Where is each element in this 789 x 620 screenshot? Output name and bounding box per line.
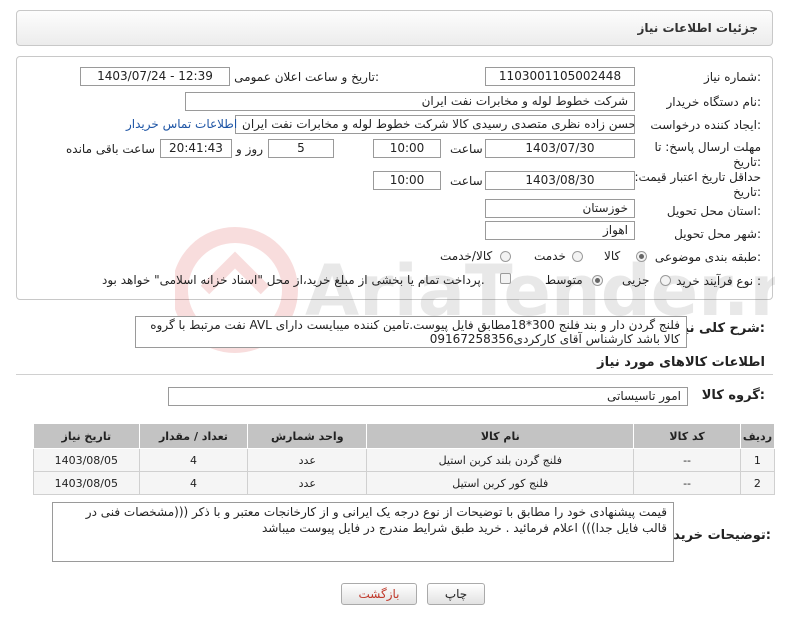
process-radio-partial[interactable]	[660, 275, 671, 286]
table-row[interactable]: 1 -- فلنج گردن بلند کربن استیل عدد 4 140…	[33, 448, 776, 472]
buyer-notes-label: توضیحات خریدار:	[661, 528, 771, 543]
table-row[interactable]: 2 -- فلنج کور کربن استیل عدد 4 1403/08/0…	[33, 471, 776, 495]
need-number-label: شماره نیاز:	[703, 70, 761, 84]
col-unit: واحد شمارش	[247, 423, 368, 449]
validity-label-date: تاریخ:	[733, 185, 761, 199]
category-label: طبقه بندی موضوعی:	[654, 250, 761, 264]
deadline-time-label: ساعت	[450, 142, 483, 156]
deadline-time-field[interactable]: 10:00	[373, 139, 441, 158]
goods-group-field[interactable]: امور تاسیساتی	[168, 387, 688, 406]
category-option-both: کالا/خدمت	[440, 249, 493, 263]
col-row-number: ردیف	[739, 423, 776, 449]
days-count-field[interactable]: 5	[268, 139, 334, 158]
cell-goods-code: --	[633, 448, 741, 472]
cell-need-date: 1403/08/05	[33, 448, 140, 472]
page-header: جزئیات اطلاعات نیاز	[16, 10, 773, 46]
category-radio-goods[interactable]	[636, 251, 647, 262]
back-button[interactable]: بازگشت	[341, 583, 417, 605]
cell-goods-name: فلنج کور کربن استیل	[366, 471, 635, 495]
cell-goods-name: فلنج گردن بلند کربن استیل	[366, 448, 635, 472]
deadline-date-field[interactable]: 1403/07/30	[485, 139, 635, 158]
announce-datetime-field[interactable]: 1403/07/24 - 12:39	[80, 67, 230, 86]
goods-section-title: اطلاعات کالاهای مورد نیاز	[597, 355, 765, 370]
cell-goods-code: --	[633, 471, 741, 495]
cell-quantity: 4	[138, 448, 249, 472]
section-divider	[16, 374, 773, 375]
category-option-goods: کالا	[604, 249, 621, 263]
goods-table-header: ردیف کد کالا نام کالا واحد شمارش تعداد /…	[33, 423, 776, 449]
payment-note: پرداخت تمام یا بخشی از مبلغ خرید،از محل …	[102, 273, 485, 287]
validity-date-field[interactable]: 1403/08/30	[485, 171, 635, 190]
cell-need-date: 1403/08/05	[33, 471, 140, 495]
buyer-notes-textarea[interactable]: قیمت پیشنهادی خود را مطابق با توضیحات از…	[52, 502, 674, 562]
province-field[interactable]: خوزستان	[485, 199, 635, 218]
validity-time-label: ساعت	[450, 174, 483, 188]
need-number-field[interactable]: 1103001105002448	[485, 67, 635, 86]
city-label: شهر محل تحویل:	[674, 227, 761, 241]
process-option-medium: متوسط	[545, 273, 583, 287]
buyer-org-label: نام دستگاه خریدار:	[666, 95, 762, 109]
goods-group-label: گروه کالا:	[701, 388, 765, 403]
category-radio-service[interactable]	[572, 251, 583, 262]
category-radio-both[interactable]	[500, 251, 511, 262]
buyer-org-field[interactable]: شرکت خطوط لوله و مخابرات نفت ایران	[185, 92, 635, 111]
process-option-partial: جزیی	[622, 273, 650, 287]
description-textarea[interactable]: فلنج گردن دار و بند فلنج 300*18مطابق فای…	[135, 316, 687, 348]
creator-label: ایجاد کننده درخواست:	[650, 118, 761, 132]
treasury-payment-checkbox[interactable]	[500, 273, 511, 284]
province-label: استان محل تحویل:	[666, 204, 761, 218]
remaining-label: ساعت باقی مانده	[66, 142, 156, 156]
days-label: روز و	[236, 142, 263, 156]
goods-table: ردیف کد کالا نام کالا واحد شمارش تعداد /…	[33, 423, 776, 495]
col-quantity: تعداد / مقدار	[138, 423, 249, 449]
process-label: نوع فرآیند خرید :	[676, 274, 761, 288]
col-need-date: تاریخ نیاز	[33, 423, 140, 449]
cell-row-number: 1	[739, 448, 776, 472]
deadline-label-date: تاریخ:	[733, 155, 761, 169]
category-option-service: خدمت	[534, 249, 566, 263]
creator-field[interactable]: محسن زاده نظری متصدی رسیدی کالا شرکت خطو…	[235, 115, 635, 134]
col-goods-code: کد کالا	[633, 423, 741, 449]
validity-time-field[interactable]: 10:00	[373, 171, 441, 190]
validity-label: حداقل تاریخ اعتبار قیمت: تا	[623, 170, 761, 184]
print-button[interactable]: چاپ	[427, 583, 485, 605]
announce-label: تاریخ و ساعت اعلان عمومی:	[234, 70, 379, 84]
remaining-time-field[interactable]: 20:41:43	[160, 139, 232, 158]
buyer-contact-link[interactable]: اطلاعات تماس خریدار	[126, 117, 237, 131]
cell-row-number: 2	[739, 471, 776, 495]
col-goods-name: نام کالا	[366, 423, 635, 449]
cell-quantity: 4	[138, 471, 249, 495]
deadline-label: مهلت ارسال پاسخ: تا	[654, 140, 761, 154]
process-radio-medium[interactable]	[592, 275, 603, 286]
cell-unit: عدد	[247, 471, 368, 495]
city-field[interactable]: اهواز	[485, 221, 635, 240]
page-title: جزئیات اطلاعات نیاز	[637, 21, 758, 35]
cell-unit: عدد	[247, 448, 368, 472]
